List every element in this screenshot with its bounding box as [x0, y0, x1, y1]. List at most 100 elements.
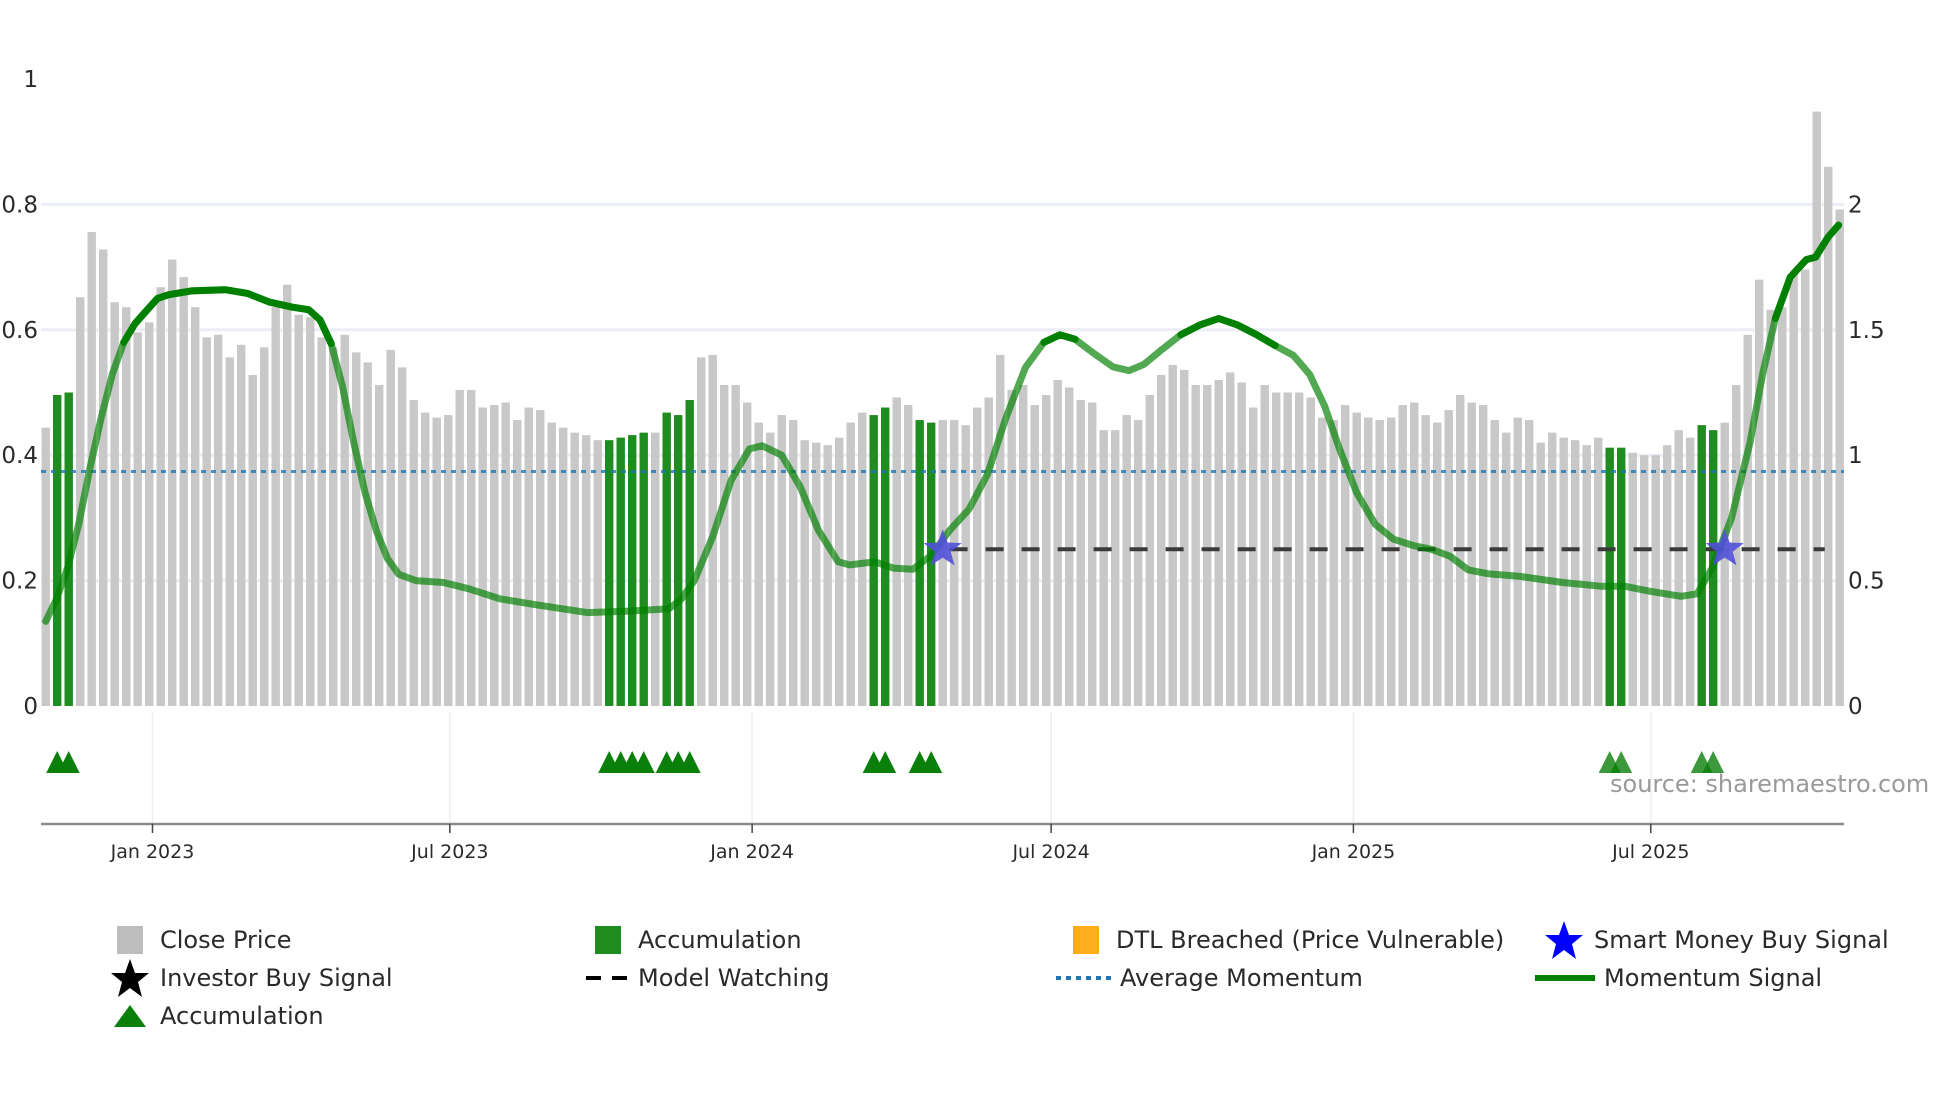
close-price-bar	[363, 362, 372, 706]
close-price-bar	[570, 432, 579, 706]
left-y-tick-label: 0.8	[1, 192, 38, 218]
close-price-bar	[766, 432, 775, 706]
close-price-bar	[1088, 402, 1097, 706]
close-price-bars	[41, 111, 1844, 706]
close-price-bar	[754, 422, 763, 706]
close-price-bar	[1467, 402, 1476, 706]
close-price-bar	[1076, 400, 1085, 706]
close-price-bar	[1042, 395, 1051, 706]
legend-label: Accumulation	[160, 1002, 324, 1030]
legend-label: DTL Breached (Price Vulnerable)	[1116, 926, 1505, 954]
close-price-bar	[352, 352, 361, 706]
left-y-tick-label: 0.6	[1, 318, 38, 344]
close-price-bar	[1387, 417, 1396, 706]
accumulation-bar	[1605, 447, 1614, 706]
close-price-bar	[1835, 209, 1844, 706]
close-price-bar	[329, 347, 338, 706]
close-price-bar	[1168, 364, 1177, 706]
legend-label: Investor Buy Signal	[160, 964, 393, 992]
close-price-bar	[984, 397, 993, 706]
close-price-bar	[1249, 407, 1258, 706]
legend-label: Average Momentum	[1120, 964, 1363, 992]
close-price-bar	[398, 367, 407, 706]
close-price-bar	[168, 259, 177, 706]
close-price-bar	[1479, 405, 1488, 706]
close-price-bar	[306, 317, 315, 706]
accumulation-bar	[685, 400, 694, 706]
legend-label: Momentum Signal	[1604, 964, 1823, 992]
close-price-bar	[892, 397, 901, 706]
close-price-bar	[1513, 417, 1522, 706]
close-price-bar	[1582, 445, 1591, 706]
close-price-bar	[1663, 445, 1672, 706]
close-price-bar	[1180, 369, 1189, 706]
close-price-bar	[1295, 392, 1304, 706]
legend-dtl-breached[interactable]: DTL Breached (Price Vulnerable)	[1064, 925, 1504, 955]
close-price-bar	[260, 347, 269, 706]
close-price-bar	[122, 307, 131, 706]
close-price-bar	[1053, 379, 1062, 706]
accumulation-bar	[1697, 425, 1706, 706]
close-price-bar	[938, 420, 947, 706]
green-triangle-icon	[108, 1001, 152, 1031]
close-price-bar	[179, 277, 188, 706]
close-price-bar	[547, 422, 556, 706]
left-y-tick-label: 1	[23, 67, 38, 93]
accumulation-bar	[662, 412, 671, 706]
gray-square-icon	[108, 925, 152, 955]
close-price-bar	[133, 332, 142, 706]
close-price-bar	[559, 427, 568, 706]
close-price-bar	[156, 287, 165, 706]
close-price-bar	[191, 307, 200, 706]
legend-model-watching[interactable]: Model Watching	[586, 963, 830, 993]
legend-accumulation-marker[interactable]: Accumulation	[108, 1001, 324, 1031]
left-y-tick-label: 0	[23, 694, 38, 720]
accumulation-bar	[881, 407, 890, 706]
orange-square-icon	[1064, 925, 1108, 955]
legend-smart-money[interactable]: Smart Money Buy Signal	[1542, 921, 1889, 959]
close-price-bar	[432, 417, 441, 706]
green-square-icon	[586, 925, 630, 955]
close-price-bar	[800, 440, 809, 706]
right-y-tick-label: 1	[1848, 443, 1863, 469]
accumulation-bar	[674, 415, 683, 706]
close-price-bar	[444, 415, 453, 706]
legend-momentum-signal[interactable]: Momentum Signal	[1534, 963, 1822, 993]
close-price-bar	[720, 384, 729, 706]
accumulation-bar	[53, 395, 62, 706]
close-price-bar	[1421, 415, 1430, 706]
dashed-line-icon	[586, 963, 630, 993]
close-price-bar	[1134, 420, 1143, 706]
legend-accumulation-bar[interactable]: Accumulation	[586, 925, 802, 955]
x-tick-label: Jul 2023	[410, 841, 488, 863]
legend-close-price[interactable]: Close Price	[108, 925, 292, 955]
accumulation-bar	[639, 432, 648, 706]
legend-label: Close Price	[160, 926, 292, 954]
right-y-tick-label: 2	[1848, 192, 1863, 218]
close-price-bar	[1571, 440, 1580, 706]
close-price-bar	[1502, 432, 1511, 706]
close-price-bar	[812, 442, 821, 706]
close-price-bar	[1559, 437, 1568, 706]
close-price-bar	[1686, 437, 1695, 706]
close-price-bar	[409, 400, 418, 706]
close-price-bar	[996, 354, 1005, 706]
close-price-bar	[248, 374, 257, 706]
close-price-bar	[1157, 374, 1166, 706]
close-price-bar	[490, 405, 499, 706]
close-price-bar	[1410, 402, 1419, 706]
legend-average-momentum[interactable]: Average Momentum	[1056, 963, 1363, 993]
legend-label: Model Watching	[638, 964, 830, 992]
close-price-bar	[1352, 412, 1361, 706]
close-price-bar	[961, 425, 970, 706]
right-y-tick-label: 0.5	[1848, 569, 1885, 595]
close-price-bar	[41, 427, 50, 706]
x-tick-label: Jul 2025	[1611, 841, 1689, 863]
close-price-bar	[1812, 111, 1821, 706]
close-price-bar	[214, 334, 223, 706]
close-price-bar	[1203, 384, 1212, 706]
legend-investor-buy[interactable]: Investor Buy Signal	[108, 959, 393, 997]
x-tick-label: Jan 2025	[1311, 841, 1396, 863]
close-price-bar	[1260, 384, 1269, 706]
close-price-bar	[455, 389, 464, 706]
